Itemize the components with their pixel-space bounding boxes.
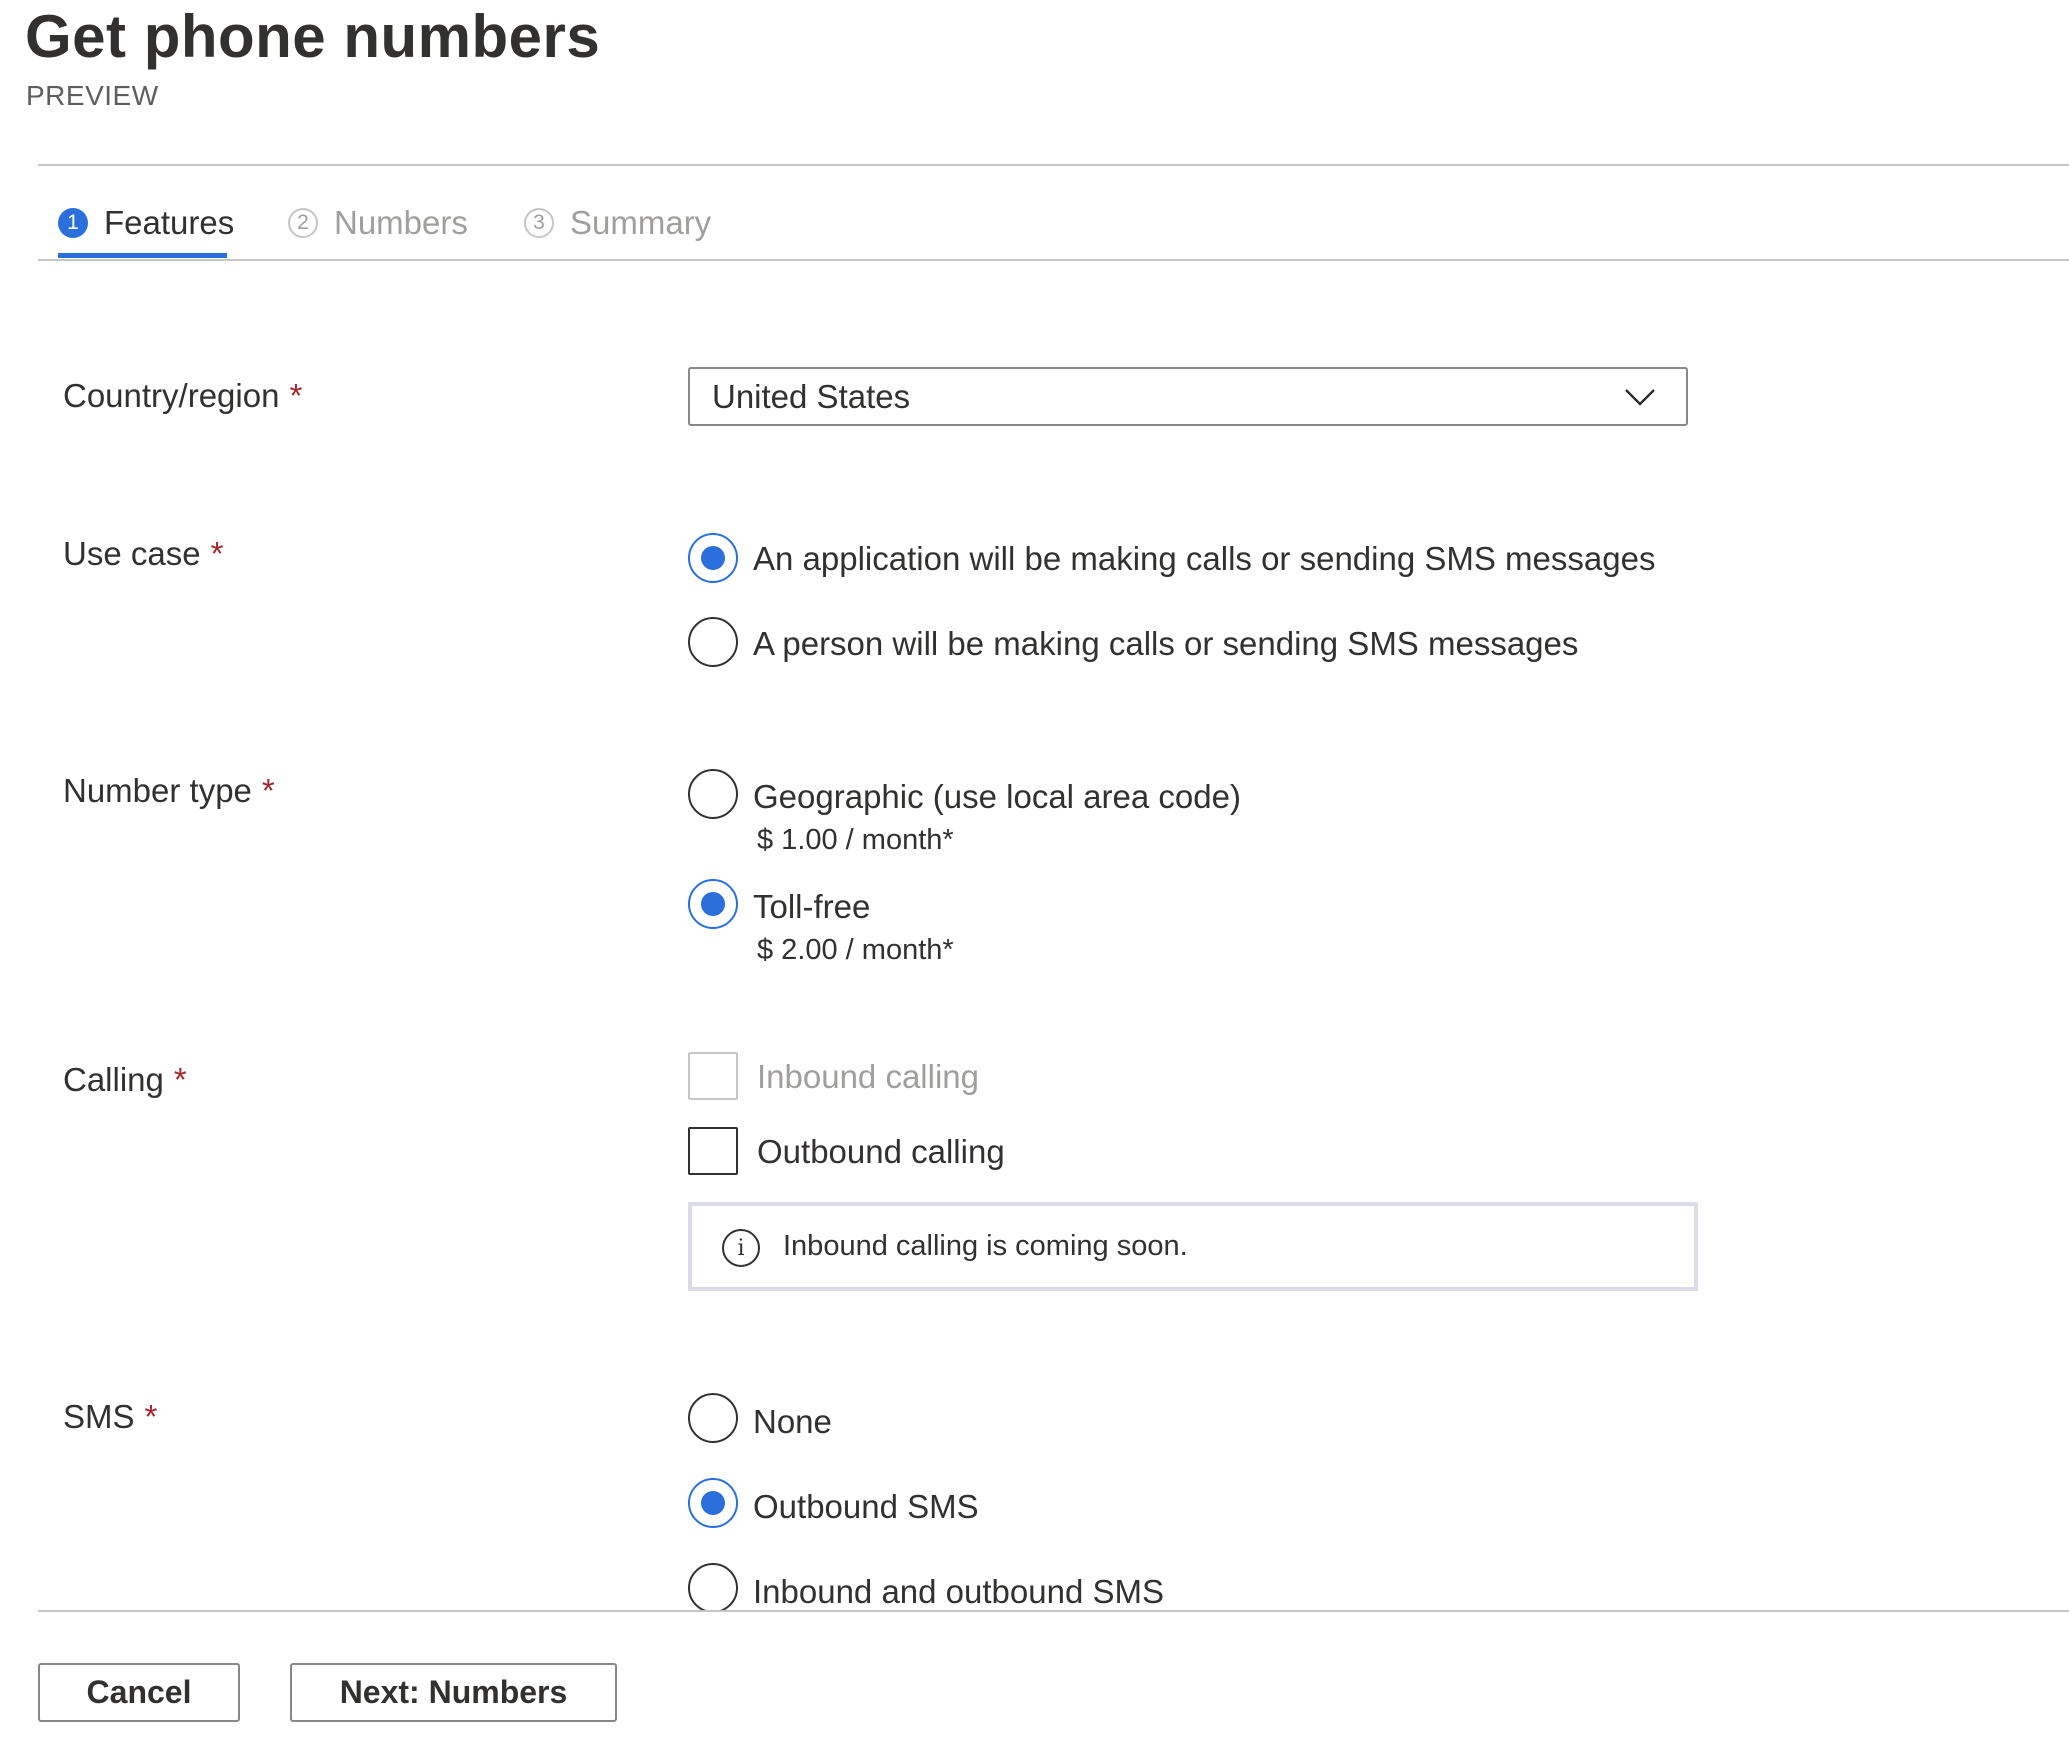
use-case-label: Use case *: [63, 535, 224, 572]
page-subtitle: PREVIEW: [26, 80, 159, 111]
number-type-geographic-radio[interactable]: [688, 769, 738, 819]
use-case-person-label[interactable]: A person will be making calls or sending…: [753, 625, 1578, 663]
tab-label: Features: [104, 204, 235, 241]
page-title: Get phone numbers: [25, 3, 601, 70]
next-numbers-button[interactable]: Next: Numbers: [290, 1663, 617, 1722]
toll-free-price: $ 2.00 / month*: [757, 934, 954, 966]
calling-label: Calling *: [63, 1061, 187, 1098]
step-number: 3: [524, 208, 554, 238]
form-scroll-edge: Inbound and outbound SMS: [0, 1540, 2069, 1610]
info-message-text: Inbound calling is coming soon.: [783, 1230, 1188, 1262]
country-label: Country/region *: [63, 377, 303, 414]
geographic-price: $ 1.00 / month*: [757, 824, 954, 856]
number-type-toll-free-label[interactable]: Toll-free: [753, 888, 870, 926]
sms-none-label[interactable]: None: [753, 1403, 832, 1441]
tab-features[interactable]: 1 Features: [58, 188, 234, 258]
step-number: 2: [288, 208, 318, 238]
use-case-application-radio[interactable]: [688, 533, 738, 583]
required-marker: *: [261, 772, 275, 809]
use-case-application-label[interactable]: An application will be making calls or s…: [753, 540, 1655, 578]
tab-summary[interactable]: 3 Summary: [524, 188, 711, 258]
number-type-toll-free-radio[interactable]: [688, 879, 738, 929]
sms-outbound-label[interactable]: Outbound SMS: [753, 1488, 979, 1526]
cancel-button[interactable]: Cancel: [38, 1663, 240, 1722]
outbound-calling-checkbox[interactable]: [688, 1127, 738, 1175]
chevron-down-icon: [1625, 389, 1655, 406]
required-marker: *: [210, 535, 224, 572]
country-dropdown[interactable]: United States: [688, 367, 1688, 426]
header-divider: [38, 164, 2069, 166]
inbound-calling-checkbox[interactable]: [688, 1052, 738, 1100]
country-value: United States: [712, 377, 911, 415]
use-case-person-radio[interactable]: [688, 617, 738, 667]
number-type-label: Number type *: [63, 772, 275, 809]
tabs-divider: [38, 259, 2069, 261]
footer-divider: [38, 1610, 2069, 1612]
tab-label: Summary: [570, 204, 712, 241]
inbound-calling-label[interactable]: Inbound calling: [757, 1058, 979, 1096]
required-marker: *: [144, 1398, 158, 1435]
sms-label: SMS *: [63, 1398, 158, 1435]
info-icon: i: [722, 1229, 760, 1267]
required-marker: *: [289, 377, 303, 414]
outbound-calling-label[interactable]: Outbound calling: [757, 1133, 1005, 1171]
sms-none-radio[interactable]: [688, 1393, 738, 1443]
active-tab-indicator: [58, 253, 227, 258]
required-marker: *: [173, 1061, 187, 1098]
sms-inbound-outbound-label[interactable]: Inbound and outbound SMS: [753, 1573, 1164, 1610]
sms-outbound-radio[interactable]: [688, 1478, 738, 1528]
sms-inbound-outbound-radio[interactable]: [688, 1563, 738, 1610]
step-number: 1: [58, 208, 88, 238]
number-type-geographic-label[interactable]: Geographic (use local area code): [753, 778, 1241, 816]
tab-label: Numbers: [334, 204, 468, 241]
tab-numbers[interactable]: 2 Numbers: [288, 188, 468, 258]
